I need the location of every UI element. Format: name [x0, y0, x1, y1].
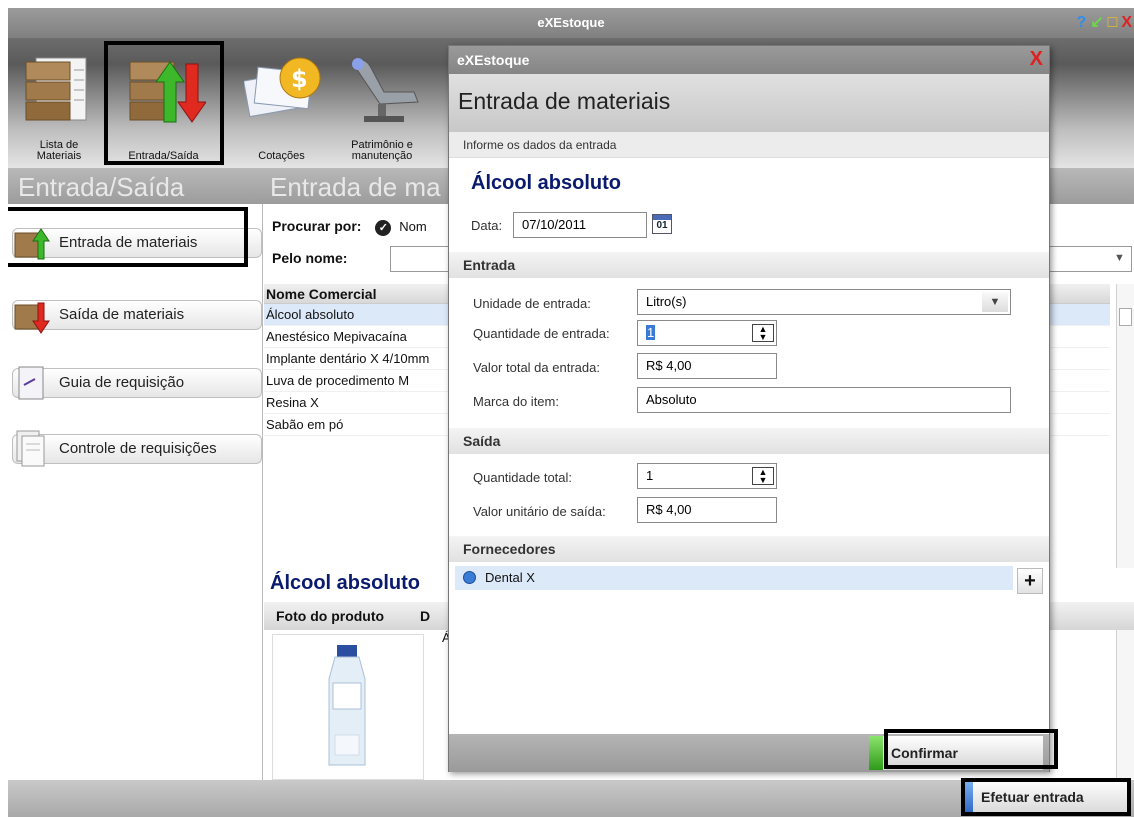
scroll-thumb[interactable] — [1119, 308, 1132, 326]
help-icon[interactable]: ? — [1076, 12, 1086, 34]
boxes-list-icon — [25, 57, 87, 121]
unidade-label: Unidade de entrada: — [473, 296, 591, 311]
sidebar-item-controle[interactable]: Controle de requisições — [12, 430, 262, 467]
valor-total-field[interactable]: R$ 4,00 — [637, 353, 777, 379]
window-controls: ? ↙ □ X — [1076, 12, 1132, 34]
sidebar-item-guia[interactable]: Guia de requisição — [12, 366, 262, 400]
procurar-row: Procurar por: ✓ Nom — [272, 218, 427, 236]
quantity-stepper-icon[interactable]: ▲ ▼ — [752, 324, 774, 342]
valor-unitario-field[interactable]: R$ 4,00 — [637, 497, 777, 523]
entrada-section: Entrada — [449, 252, 1049, 278]
calendar-icon[interactable]: 01 — [652, 214, 672, 234]
maximize-icon[interactable]: □ — [1108, 12, 1118, 34]
procurar-option-label: Nom — [399, 219, 427, 234]
unidade-select[interactable]: Litro(s) ▼ — [637, 289, 1011, 315]
restore-icon[interactable]: ↙ — [1090, 12, 1103, 34]
sidebar-item-label: Saída de materiais — [59, 306, 185, 323]
pelo-nome-label: Pelo nome: — [272, 250, 348, 266]
detail-title: Álcool absoluto — [270, 572, 420, 594]
close-icon[interactable]: X — [1121, 12, 1132, 34]
toolbar-lista-label: Lista de Materiais — [36, 139, 82, 162]
quantidade-entrada-field[interactable]: 1 ▲ ▼ — [637, 320, 777, 346]
marca-label: Marca do item: — [473, 394, 559, 409]
quantidade-total-label: Quantidade total: — [473, 470, 573, 485]
window-titlebar: eXEstoque ? ↙ □ X — [8, 8, 1134, 38]
quantidade-total-value: 1 — [646, 468, 654, 483]
pelo-nome-dropdown-icon[interactable]: ▼ — [1114, 252, 1125, 264]
list-scrollbar[interactable] — [1116, 284, 1134, 568]
toolbar-cotacoes[interactable]: $ Cotações — [234, 48, 329, 166]
highlight-confirmar — [884, 729, 1058, 769]
procurar-label: Procurar por: — [272, 218, 362, 234]
box-red-arrow-icon — [14, 302, 50, 334]
money-docs-icon: $ — [244, 57, 321, 118]
modal-item-name: Álcool absoluto — [471, 172, 621, 194]
documents-icon — [16, 430, 45, 467]
modal-title: eXEstoque — [457, 52, 530, 68]
entrada-modal: eXEstoque X Entrada de materiais Informe… — [448, 45, 1050, 772]
quantidade-total-field[interactable]: 1 ▲ ▼ — [637, 463, 777, 489]
highlight-efetuar — [961, 778, 1131, 816]
sidebar-item-saida[interactable]: Saída de materiais — [12, 300, 262, 334]
content-section-title: Entrada de ma — [270, 172, 441, 202]
fornecedores-section: Fornecedores — [449, 536, 1049, 562]
add-fornecedor-button[interactable]: + — [1017, 568, 1043, 594]
valor-unitario-label: Valor unitário de saída: — [473, 504, 606, 519]
sidebar: Entrada de materiais Saída de materiais … — [8, 204, 263, 780]
detail-scrollbar[interactable] — [1116, 630, 1134, 780]
toolbar-cotacoes-label: Cotações — [258, 150, 305, 162]
product-photo — [272, 634, 424, 780]
fornecedor-name: Dental X — [485, 570, 535, 585]
sidebar-item-label: Guia de requisição — [59, 374, 185, 391]
dental-chair-icon — [351, 58, 419, 122]
quantidade-entrada-value: 1 — [646, 325, 656, 340]
valor-total-label: Valor total da entrada: — [473, 360, 600, 375]
svg-text:$: $ — [291, 65, 308, 93]
list-item[interactable]: Dental X — [455, 566, 1013, 590]
confirmar-accent — [869, 736, 883, 770]
toolbar-patrimonio[interactable]: Patrimônio e manutenção — [334, 48, 429, 166]
sidebar-section-title: Entrada/Saída — [18, 172, 185, 202]
check-icon[interactable]: ✓ — [375, 220, 392, 236]
close-icon[interactable]: X — [1030, 48, 1043, 70]
calendar-day: 01 — [656, 220, 668, 231]
window-title: eXEstoque — [537, 15, 605, 30]
detail-col-d: D — [419, 608, 431, 624]
detail-col-foto: Foto do produto — [276, 608, 385, 624]
marca-field[interactable]: Absoluto — [637, 387, 1011, 413]
bottle-image — [328, 645, 366, 766]
toolbar-lista-materiais[interactable]: Lista de Materiais — [12, 48, 107, 166]
modal-subheader: Informe os dados da entrada — [449, 132, 1049, 158]
modal-titlebar: eXEstoque X — [449, 46, 1049, 74]
highlight-entrada-materiais — [8, 207, 248, 267]
quantity-stepper-icon[interactable]: ▲ ▼ — [752, 467, 774, 485]
saida-section: Saída — [449, 428, 1049, 454]
fornecedores-list: Dental X — [455, 564, 1013, 734]
document-pen-icon — [18, 366, 44, 400]
info-icon — [463, 571, 476, 584]
highlight-entrada-saida — [104, 41, 224, 165]
data-field[interactable]: 07/10/2011 — [513, 212, 647, 238]
modal-heading: Entrada de materiais — [458, 88, 671, 114]
modal-header: Entrada de materiais — [449, 74, 1049, 132]
chevron-down-icon[interactable]: ▼ — [982, 292, 1008, 312]
sidebar-item-label: Controle de requisições — [59, 440, 217, 457]
quantidade-entrada-label: Quantidade de entrada: — [473, 326, 610, 341]
unidade-value: Litro(s) — [646, 294, 687, 309]
data-label: Data: — [471, 218, 503, 233]
toolbar-patrimonio-label: Patrimônio e manutenção — [351, 139, 413, 162]
